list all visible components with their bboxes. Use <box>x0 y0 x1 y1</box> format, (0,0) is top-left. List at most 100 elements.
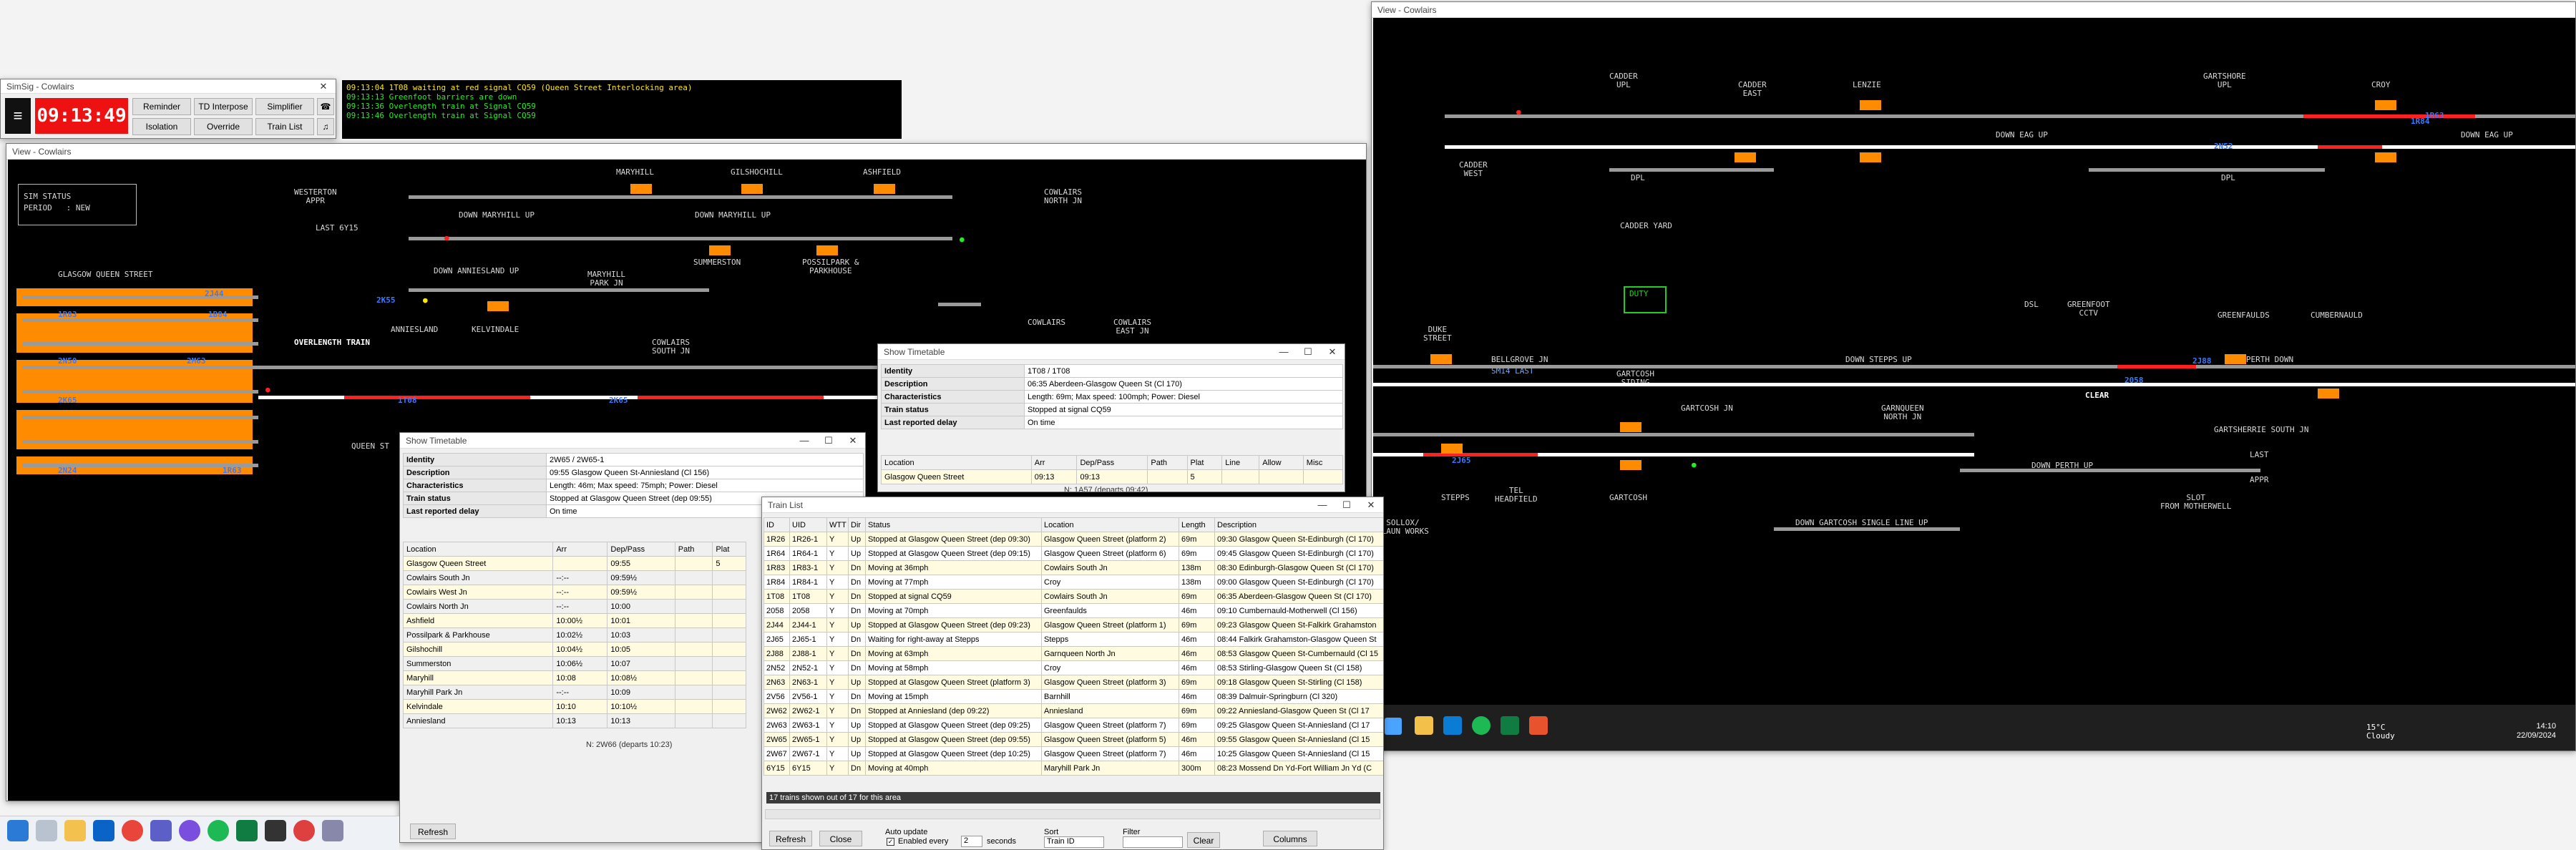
simsig-close-button[interactable]: ✕ <box>311 79 336 94</box>
tt2-close-button[interactable]: ✕ <box>1320 344 1345 360</box>
headcode-1t08[interactable]: 1T08 <box>398 396 417 405</box>
start-icon[interactable] <box>7 820 29 841</box>
signal-red-2[interactable]: ● <box>444 233 449 243</box>
trainlist-scrollbar[interactable] <box>765 809 1380 819</box>
table-row[interactable]: Maryhill Park Jn --:-- 10:09 <box>402 685 746 700</box>
table-row[interactable]: 2V56 2V56-1 Y Dn Moving at 15mph Barnhill 46m 0… <box>763 689 1383 704</box>
table-row[interactable]: 2J65 2J65-1 Y Dn Waiting for right-away at S… <box>763 632 1383 647</box>
signal-green-1[interactable]: ● <box>960 235 965 244</box>
table-row[interactable]: Possilpark & Parkhouse 10:02½ 10:03 <box>402 627 746 643</box>
right-headcode-2j88[interactable]: 2J88 <box>2192 356 2212 366</box>
phone-icon[interactable]: ☎ <box>317 98 334 115</box>
right-headcode-2j65[interactable]: 2J65 <box>1452 456 1471 465</box>
right-taskbar-app-5-icon[interactable] <box>1529 716 1548 735</box>
right-headcode-1r63[interactable]: 1R63 <box>2425 111 2444 120</box>
excel-icon[interactable] <box>236 820 258 841</box>
table-row[interactable]: Anniesland 10:13 10:13 <box>402 713 746 728</box>
table-row[interactable]: Glasgow Queen Street 09:55 5 <box>402 556 746 571</box>
train-list-button[interactable]: Train List <box>255 118 314 135</box>
search-icon[interactable] <box>36 820 57 841</box>
table-row[interactable]: Cowlairs North Jn --:-- 10:00 <box>402 599 746 614</box>
signal-yellow-1[interactable]: ● <box>423 295 428 305</box>
tt1-titlebar[interactable]: Show Timetable — ☐ ✕ <box>400 433 865 449</box>
left-view-titlebar[interactable]: View - Cowlairs <box>6 144 1366 160</box>
columns-button[interactable]: Columns <box>1263 831 1317 846</box>
table-row[interactable]: Kelvindale 10:10 10:10½ <box>402 699 746 714</box>
spotify-icon[interactable] <box>208 820 229 841</box>
headcode-2k55[interactable]: 2K55 <box>376 295 396 305</box>
headcode-2m63[interactable]: 2M63 <box>187 356 206 366</box>
trainlist-refresh-button[interactable]: Refresh <box>769 831 812 846</box>
headcode-1r63[interactable]: 1R63 <box>223 466 242 475</box>
headcode-2k65[interactable]: 2K65 <box>58 396 77 405</box>
tt2-min-button[interactable]: — <box>1272 344 1296 360</box>
table-row[interactable]: 2W65 2W65-1 Y Up Stopped at Glasgow Queen St… <box>763 732 1383 747</box>
right-signal-green[interactable]: ● <box>1692 460 1697 469</box>
table-row[interactable]: 2058 2058 Y Dn Moving at 70mph Greenfaulds 46m… <box>763 603 1383 618</box>
right-taskbar-start-icon[interactable] <box>1385 718 1402 735</box>
table-row[interactable]: Gilshochill 10:04½ 10:05 <box>402 642 746 657</box>
right-taskbar-app-2-icon[interactable] <box>1443 716 1462 735</box>
override-button[interactable]: Override <box>194 118 253 135</box>
table-row[interactable]: Maryhill 10:08 10:08½ <box>402 670 746 685</box>
table-row[interactable]: 1T08 1T08 Y Dn Stopped at signal CQ59 Cowlair… <box>763 589 1383 604</box>
table-row[interactable]: 1R26 1R26-1 Y Up Stopped at Glasgow Queen St… <box>763 532 1383 547</box>
menu-icon[interactable]: ≡ <box>5 98 31 134</box>
trainlist-close-button-bottom[interactable]: Close <box>819 831 862 846</box>
headcode-1r83[interactable]: 1R83 <box>58 310 77 319</box>
headcode-2n24[interactable]: 2N24 <box>58 466 77 475</box>
trainlist-min-button[interactable]: — <box>1310 497 1335 513</box>
file-explorer-icon[interactable] <box>64 820 86 841</box>
isolation-button[interactable]: Isolation <box>132 118 191 135</box>
table-row[interactable]: 1R83 1R83-1 Y Dn Moving at 36mph Cowlairs Sou… <box>763 560 1383 575</box>
right-headcode-2n52[interactable]: 2N52 <box>2214 142 2233 151</box>
table-row[interactable]: Ashfield 10:00½ 10:01 <box>402 613 746 628</box>
table-row[interactable]: Summerston 10:06½ 10:07 <box>402 656 746 671</box>
simsig-icon[interactable] <box>265 820 286 841</box>
table-row[interactable]: 2N52 2N52-1 Y Dn Moving at 58mph Croy 46m 08:53… <box>763 660 1383 675</box>
table-row[interactable]: 1R84 1R84-1 Y Dn Moving at 77mph Croy 138m 09:0… <box>763 575 1383 590</box>
headcode-1b84[interactable]: 1B84 <box>208 310 228 319</box>
table-row[interactable]: 2W62 2W62-1 Y Dn Stopped at Anniesland (dep … <box>763 703 1383 718</box>
trainlist-max-button[interactable]: ☐ <box>1335 497 1359 513</box>
headcode-2n50[interactable]: 2N50 <box>58 356 77 366</box>
sort-select[interactable]: Train ID <box>1044 836 1104 848</box>
right-headcode-2058[interactable]: 2058 <box>2124 376 2144 385</box>
table-row[interactable]: 2J44 2J44-1 Y Up Stopped at Glasgow Queen St… <box>763 617 1383 632</box>
headcode-2k65-b[interactable]: 2K65 <box>609 396 628 405</box>
teams-icon[interactable] <box>150 820 172 841</box>
td-interpose-button[interactable]: TD Interpose <box>194 98 253 115</box>
extra-app-icon[interactable] <box>322 820 343 841</box>
tt1-min-button[interactable]: — <box>792 433 816 449</box>
signal-red-1[interactable]: ● <box>265 385 270 394</box>
right-signal-red[interactable]: ● <box>1516 107 1521 117</box>
right-taskbar-app-4-icon[interactable] <box>1501 716 1519 735</box>
filter-clear-button[interactable]: Clear <box>1187 832 1220 848</box>
table-row[interactable]: 1R64 1R64-1 Y Up Stopped at Glasgow Queen St… <box>763 546 1383 561</box>
interval-input[interactable]: 2 <box>961 836 982 847</box>
trainlist-close-button[interactable]: ✕ <box>1359 497 1383 513</box>
tt1-close-button[interactable]: ✕ <box>841 433 865 449</box>
table-row[interactable]: 2W67 2W67-1 Y Up Stopped at Glasgow Queen St… <box>763 746 1383 761</box>
table-row[interactable]: Cowlairs South Jn --:-- 09:59½ <box>402 570 746 585</box>
table-row[interactable]: Glasgow Queen Street 09:13 09:13 5 <box>881 469 1344 484</box>
headcode-2j44[interactable]: 2J44 <box>205 289 224 298</box>
table-row[interactable]: 6Y15 6Y15 Y Dn Moving at 40mph Maryhill Park … <box>763 761 1383 776</box>
right-view-titlebar[interactable]: View - Cowlairs <box>1372 2 2575 18</box>
table-row[interactable]: 2N63 2N63-1 Y Up Stopped at Glasgow Queen St… <box>763 675 1383 690</box>
tt2-max-button[interactable]: ☐ <box>1296 344 1320 360</box>
table-row[interactable]: 2J88 2J88-1 Y Dn Moving at 63mph Garnqueen No… <box>763 646 1383 661</box>
tt2-titlebar[interactable]: Show Timetable — ☐ ✕ <box>878 344 1345 360</box>
paint-icon[interactable] <box>293 820 315 841</box>
weather-widget[interactable]: 15°C Cloudy <box>2366 723 2395 741</box>
chrome-icon[interactable] <box>122 820 143 841</box>
right-taskbar-app-3-icon[interactable] <box>1472 716 1491 735</box>
taskbar-clock[interactable]: 14:10 22/09/2024 <box>2517 722 2556 741</box>
app-icon[interactable] <box>179 820 200 841</box>
trainlist-titlebar[interactable]: Train List — ☐ ✕ <box>762 497 1383 513</box>
table-row[interactable]: Cowlairs West Jn --:-- 09:59½ <box>402 585 746 600</box>
outlook-icon[interactable] <box>93 820 114 841</box>
right-taskbar-app-1-icon[interactable] <box>1415 716 1433 735</box>
simplifier-button[interactable]: Simplifier <box>255 98 314 115</box>
tt1-refresh-button[interactable]: Refresh <box>410 824 456 839</box>
